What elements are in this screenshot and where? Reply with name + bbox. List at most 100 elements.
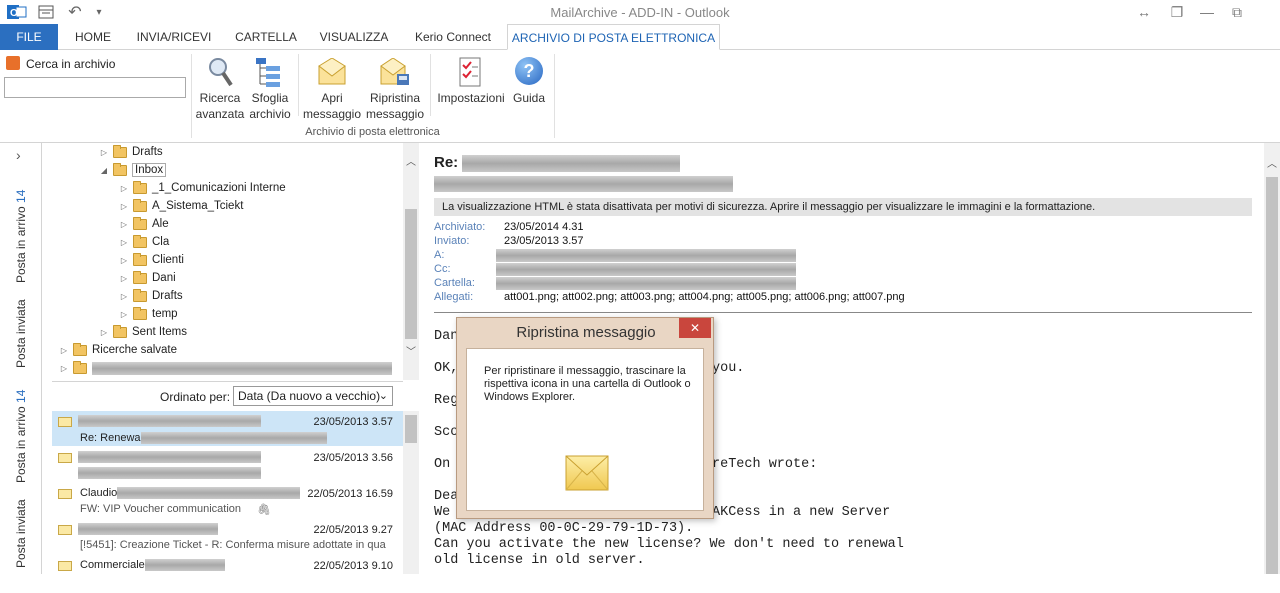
redacted-cc bbox=[496, 263, 796, 276]
minimize-button[interactable]: — bbox=[1196, 2, 1218, 22]
folder-item[interactable]: ▷ Cla bbox=[118, 233, 169, 251]
body-line: Dea bbox=[434, 489, 459, 504]
collapse-arrow-icon[interactable]: ▷ bbox=[118, 238, 130, 247]
message-list-scrollbar[interactable] bbox=[403, 411, 419, 574]
left-tab-sent-1-label: Posta inviata bbox=[14, 299, 28, 368]
archived-value: 23/05/2014 4.31 bbox=[504, 221, 584, 233]
collapse-arrow-icon[interactable]: ▷ bbox=[58, 364, 70, 373]
folder-label: Cla bbox=[152, 236, 170, 248]
folder-label: Drafts bbox=[152, 290, 183, 302]
collapse-arrow-icon[interactable]: ▷ bbox=[118, 292, 130, 301]
envelope-icon bbox=[58, 489, 72, 499]
collapse-arrow-icon[interactable]: ▷ bbox=[118, 256, 130, 265]
resize-icon[interactable]: ↔ bbox=[1133, 2, 1155, 22]
redacted-sender bbox=[78, 415, 261, 427]
scroll-thumb[interactable] bbox=[405, 209, 417, 339]
tab-cartella[interactable]: CARTELLA bbox=[228, 24, 304, 50]
list-item[interactable]: Commerciale 22/05/2013 9.10 bbox=[52, 555, 403, 590]
list-item[interactable]: 23/05/2013 3.56 bbox=[52, 447, 403, 482]
advanced-search-button[interactable]: Ricerca avanzata bbox=[194, 54, 246, 126]
sender-line bbox=[434, 176, 733, 195]
body-line: OK, bbox=[434, 361, 459, 376]
ribbon-display-icon[interactable]: ❐ bbox=[1166, 2, 1188, 22]
folder-item[interactable]: ▷ bbox=[58, 359, 392, 377]
folder-icon bbox=[133, 306, 147, 320]
folder-item[interactable]: ▷ Drafts bbox=[98, 143, 163, 161]
dialog-close-button[interactable]: ✕ bbox=[679, 318, 711, 338]
left-tab-sent-2-label: Posta inviata bbox=[14, 499, 28, 568]
help-question-icon: ? bbox=[515, 57, 543, 85]
ribbon-separator bbox=[298, 54, 299, 116]
tab-kerio-connect[interactable]: Kerio Connect bbox=[404, 24, 502, 50]
settings-button[interactable]: Impostazioni bbox=[434, 54, 508, 114]
collapse-arrow-icon[interactable]: ▷ bbox=[118, 184, 130, 193]
message-date: 22/05/2013 16.59 bbox=[307, 488, 393, 500]
expand-pane-icon[interactable]: › bbox=[16, 147, 21, 163]
scroll-up-icon[interactable]: ︿ bbox=[1267, 155, 1277, 170]
sort-bar: Ordinato per: Data (Da nuovo a vecchio) … bbox=[52, 381, 403, 411]
draggable-message-envelope-icon[interactable] bbox=[565, 455, 609, 496]
search-archive-input[interactable] bbox=[4, 77, 186, 98]
open-message-button[interactable]: Apri messaggio bbox=[302, 54, 362, 126]
folder-item[interactable]: ▷ Sent Items bbox=[98, 323, 187, 341]
folder-item[interactable]: ▷ Drafts bbox=[118, 287, 183, 305]
sent-value: 23/05/2013 3.57 bbox=[504, 235, 584, 247]
folder-item[interactable]: ▷ Dani bbox=[118, 269, 176, 287]
tab-archivio-posta[interactable]: ARCHIVIO DI POSTA ELETTRONICA bbox=[507, 24, 720, 50]
folder-item[interactable]: ▷ _1_Comunicazioni Interne bbox=[118, 179, 286, 197]
message-date: 22/05/2013 9.27 bbox=[313, 524, 393, 536]
folder-label: Dani bbox=[152, 272, 176, 284]
folder-item[interactable]: ▷ A_Sistema_Tciekt bbox=[118, 197, 243, 215]
reading-pane-scrollbar[interactable]: ︿ bbox=[1264, 143, 1280, 574]
maximize-button[interactable]: ⧉ bbox=[1226, 2, 1248, 22]
folder-tree: ▷ Drafts ◢ Inbox ▷ _1_Comunicazioni Interne… bbox=[42, 143, 403, 380]
tab-file[interactable]: FILE bbox=[0, 24, 58, 50]
scroll-up-icon[interactable]: ︿ bbox=[406, 153, 416, 168]
tab-home[interactable]: HOME bbox=[64, 24, 122, 50]
envelope-icon bbox=[58, 561, 72, 571]
folder-item[interactable]: ▷ Clienti bbox=[118, 251, 184, 269]
message-date: 23/05/2013 3.57 bbox=[313, 416, 393, 428]
collapse-arrow-icon[interactable]: ▷ bbox=[118, 220, 130, 229]
help-label: Guida bbox=[512, 91, 546, 105]
window-title: MailArchive - ADD-IN - Outlook bbox=[550, 5, 730, 20]
list-item[interactable]: Claudio 22/05/2013 16.59 FW: VIP Voucher… bbox=[52, 483, 403, 518]
browse-archive-button[interactable]: Sfoglia archivio bbox=[245, 54, 295, 126]
dialog-message: Per ripristinare il messaggio, trascinar… bbox=[484, 365, 691, 403]
sort-select[interactable]: Data (Da nuovo a vecchio) ⌄ bbox=[233, 386, 393, 406]
tab-visualizza[interactable]: VISUALIZZA bbox=[312, 24, 396, 50]
scroll-thumb[interactable] bbox=[405, 415, 417, 443]
folder-item-inbox[interactable]: ◢ Inbox bbox=[98, 161, 167, 179]
folder-label: Inbox bbox=[132, 163, 167, 177]
body-line: We bbox=[434, 505, 459, 520]
html-disabled-notice[interactable]: La visualizzazione HTML è stata disattiv… bbox=[434, 198, 1252, 216]
redacted-sender bbox=[144, 559, 225, 572]
help-button[interactable]: ? Guida bbox=[508, 54, 550, 114]
scroll-thumb[interactable] bbox=[1266, 177, 1278, 574]
expand-arrow-icon[interactable]: ◢ bbox=[98, 166, 110, 175]
list-item[interactable]: 22/05/2013 9.27 [!5451]: Creazione Ticke… bbox=[52, 519, 403, 554]
folder-item[interactable]: ▷ Ale bbox=[118, 215, 169, 233]
redacted-to bbox=[496, 249, 796, 262]
body-line: Reg bbox=[434, 393, 459, 408]
collapse-arrow-icon[interactable]: ▷ bbox=[118, 310, 130, 319]
restore-message-button[interactable]: Ripristina messaggio bbox=[364, 54, 426, 126]
collapse-arrow-icon[interactable]: ▷ bbox=[118, 202, 130, 211]
list-item[interactable]: 23/05/2013 3.57 Re: Renewa bbox=[52, 411, 403, 446]
message-subject-header: Re: bbox=[434, 154, 681, 172]
collapse-arrow-icon[interactable]: ▷ bbox=[58, 346, 70, 355]
search-archive-icon bbox=[6, 56, 20, 70]
folder-item[interactable]: ▷ Ricerche salvate bbox=[58, 341, 177, 359]
scroll-down-icon[interactable]: ﹀ bbox=[406, 343, 416, 358]
redacted-subject bbox=[78, 467, 261, 479]
folder-item[interactable]: ▷ temp bbox=[118, 305, 178, 323]
restore-message-dialog: Ripristina messaggio ✕ Per ripristinare … bbox=[456, 317, 714, 519]
folder-scrollbar[interactable]: ︿ ﹀ bbox=[403, 143, 419, 380]
message-date: 23/05/2013 3.56 bbox=[313, 452, 393, 464]
folder-label: Ale bbox=[152, 218, 169, 230]
tab-invia-ricevi[interactable]: INVIA/RICEVI bbox=[130, 24, 218, 50]
collapse-arrow-icon[interactable]: ▷ bbox=[98, 328, 110, 337]
collapse-arrow-icon[interactable]: ▷ bbox=[118, 274, 130, 283]
attachments-value[interactable]: att001.png; att002.png; att003.png; att0… bbox=[504, 291, 905, 303]
collapse-arrow-icon[interactable]: ▷ bbox=[98, 148, 110, 157]
